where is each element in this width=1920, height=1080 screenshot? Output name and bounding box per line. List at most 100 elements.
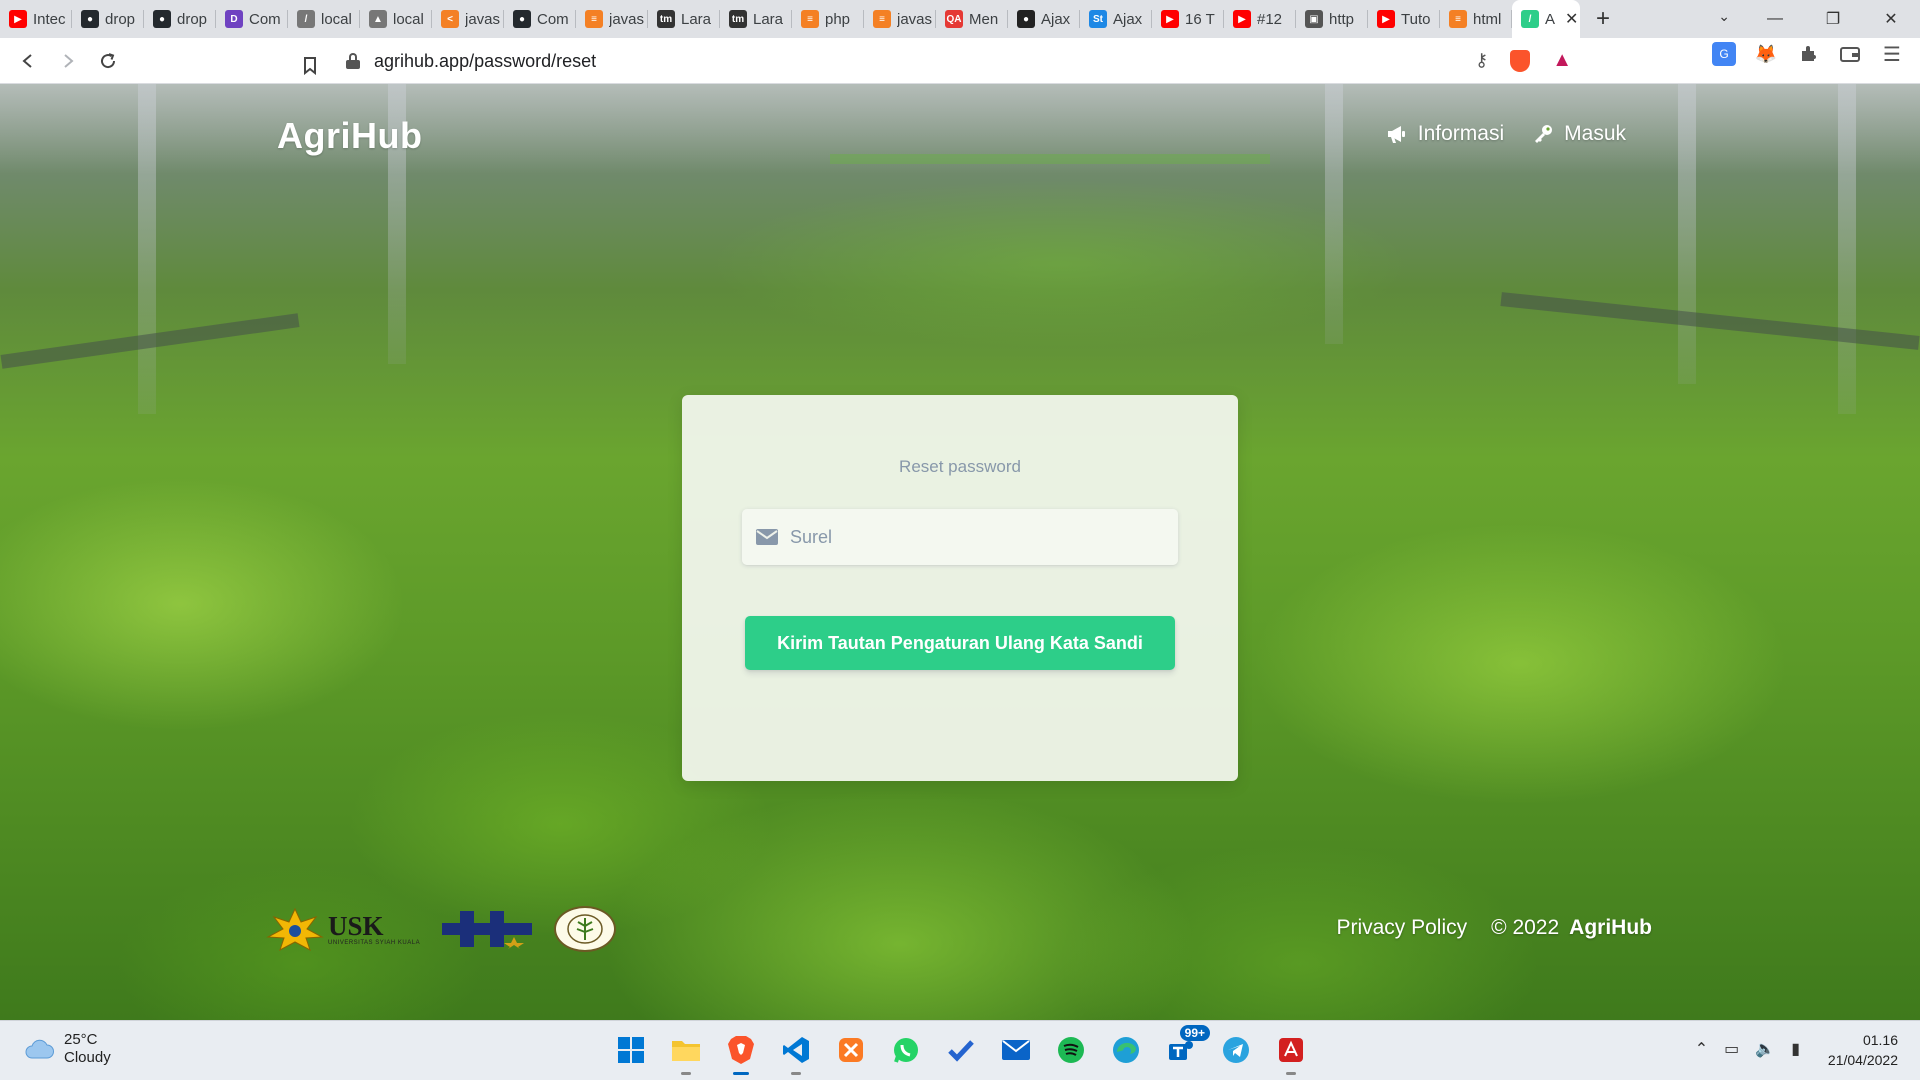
browser-tab[interactable]: ● Ajax <box>1008 0 1080 38</box>
start-icon[interactable] <box>612 1031 650 1069</box>
youtube-icon: ▶ <box>1233 10 1251 28</box>
browser-tab[interactable]: ● drop <box>72 0 144 38</box>
privacy-policy-link[interactable]: Privacy Policy <box>1336 916 1467 940</box>
acrobat-icon[interactable] <box>1272 1031 1310 1075</box>
tm-icon: tm <box>729 10 747 28</box>
informatika-logo <box>442 911 533 949</box>
close-window-icon[interactable]: ✕ <box>1862 9 1920 29</box>
tab-title: Ajax <box>1113 10 1143 28</box>
volume-icon[interactable]: 🔈 <box>1755 1039 1775 1059</box>
browser-tab[interactable]: QA Men <box>936 0 1008 38</box>
key-icon[interactable]: ⚷ <box>1475 50 1488 71</box>
send-reset-link-button[interactable]: Kirim Tautan Pengaturan Ulang Kata Sandi <box>745 616 1175 670</box>
tab-title: Men <box>969 10 999 28</box>
file-explorer-icon[interactable] <box>667 1031 705 1075</box>
xampp-icon[interactable] <box>832 1031 870 1069</box>
tab-title: html <box>1473 10 1502 28</box>
browser-tab[interactable]: ▶ #12 <box>1224 0 1296 38</box>
new-tab-button[interactable]: + <box>1586 2 1620 36</box>
browser-tab[interactable]: ≡ javas <box>864 0 936 38</box>
card-title: Reset password <box>899 457 1021 476</box>
stackoverflow-icon: ≡ <box>585 10 603 28</box>
extensions-icon[interactable] <box>1796 42 1820 66</box>
browser-tab[interactable]: St Ajax <box>1080 0 1152 38</box>
back-icon[interactable] <box>8 41 48 81</box>
translate-icon[interactable]: G <box>1712 42 1736 66</box>
restore-icon[interactable]: ❐ <box>1804 9 1862 29</box>
browser-tab[interactable]: ≡ html <box>1440 0 1512 38</box>
footer-brand-link[interactable]: AgriHub <box>1569 916 1652 939</box>
email-field[interactable] <box>790 526 1170 548</box>
clock-time: 01.16 <box>1862 1032 1898 1048</box>
close-tab-icon[interactable]: ✕ <box>1565 9 1578 29</box>
tab-title: Intec <box>33 10 66 28</box>
mail-icon[interactable] <box>997 1031 1035 1069</box>
browser-tab[interactable]: ▶ Tuto <box>1368 0 1440 38</box>
browser-tab-active[interactable]: / A ✕ <box>1512 0 1580 38</box>
lock-icon <box>346 53 360 69</box>
vscode-icon[interactable] <box>777 1031 815 1075</box>
tab-title: A <box>1545 10 1556 28</box>
teams-icon[interactable]: 99+ <box>1162 1025 1210 1069</box>
telegram-icon[interactable] <box>1217 1031 1255 1069</box>
wallet-icon[interactable] <box>1838 42 1862 66</box>
metamask-icon[interactable]: 🦊 <box>1754 42 1778 66</box>
leaf-icon: / <box>1521 10 1539 28</box>
usk-logo-text: USK <box>328 910 384 941</box>
browser-tab[interactable]: ● drop <box>144 0 216 38</box>
browser-tab[interactable]: ● Com <box>504 0 576 38</box>
brave-shield-icon[interactable] <box>1510 49 1531 72</box>
browser-tab[interactable]: < javas <box>432 0 504 38</box>
reload-icon[interactable] <box>88 41 128 81</box>
show-hidden-icons-icon[interactable]: ⌃ <box>1695 1039 1708 1059</box>
brave-browser-icon[interactable] <box>722 1031 760 1075</box>
address-bar[interactable]: agrihub.app/password/reset ⚷ ▲ <box>330 43 1590 79</box>
browser-tab[interactable]: tm Lara <box>720 0 792 38</box>
page-viewport: AgriHub Informasi Masuk Reset password S… <box>0 84 1920 1020</box>
background-beam <box>1838 84 1856 414</box>
display-icon[interactable]: ▭ <box>1724 1039 1739 1059</box>
bookmark-icon[interactable] <box>290 46 330 86</box>
browser-tab[interactable]: ▣ http <box>1296 0 1368 38</box>
weather-widget[interactable]: 25°C Cloudy <box>24 1031 111 1067</box>
email-field-group[interactable] <box>742 509 1178 565</box>
st-icon: St <box>1089 10 1107 28</box>
copyright-text: © 2022 <box>1491 916 1560 939</box>
browser-tab[interactable]: ≡ php <box>792 0 864 38</box>
reset-password-card: Reset password Kirim Tautan Pengaturan U… <box>682 395 1238 781</box>
nav-link-informasi[interactable]: Informasi <box>1386 122 1504 146</box>
site-logo[interactable]: AgriHub <box>277 115 422 157</box>
menu-icon[interactable]: ☰ <box>1880 42 1904 66</box>
tab-title: javas <box>897 10 933 28</box>
background-beam <box>138 84 156 414</box>
browser-tab[interactable]: ▲ local <box>360 0 432 38</box>
stackoverflow-icon: ≡ <box>1449 10 1467 28</box>
browser-tab[interactable]: ≡ javas <box>576 0 648 38</box>
youtube-icon: ▶ <box>9 10 27 28</box>
browser-tab[interactable]: D Com <box>216 0 288 38</box>
stackoverflow-icon: ≡ <box>873 10 891 28</box>
nav-link-masuk[interactable]: Masuk <box>1532 122 1626 146</box>
edge-icon[interactable] <box>1107 1031 1145 1069</box>
background-seedlings <box>830 154 1270 164</box>
browser-tab[interactable]: ▶ Intec <box>0 0 72 38</box>
todo-icon[interactable] <box>942 1031 980 1069</box>
brave-rewards-icon[interactable]: ▲ <box>1552 49 1572 72</box>
nav-link-label: Informasi <box>1417 122 1505 145</box>
clock[interactable]: 01.16 21/04/2022 <box>1828 1030 1898 1071</box>
tab-strip: ▶ Intec ● drop ● drop D Com / local ▲ local < javas ● C… <box>0 0 1580 38</box>
minimize-icon[interactable]: — <box>1746 10 1804 28</box>
github-icon: ● <box>153 10 171 28</box>
tab-search-icon[interactable]: ⌄ <box>1718 8 1730 25</box>
spotify-icon[interactable] <box>1052 1031 1090 1069</box>
browser-tab[interactable]: / local <box>288 0 360 38</box>
key-icon <box>1535 125 1553 143</box>
battery-icon[interactable]: ▮ <box>1791 1039 1800 1059</box>
forward-icon[interactable] <box>48 41 88 81</box>
browser-tab[interactable]: ▶ 16 T <box>1152 0 1224 38</box>
background-beam <box>1678 84 1696 384</box>
whatsapp-icon[interactable] <box>887 1031 925 1069</box>
browser-tab[interactable]: tm Lara <box>648 0 720 38</box>
url-text[interactable]: agrihub.app/password/reset <box>374 51 596 72</box>
browser-toolbar: agrihub.app/password/reset ⚷ ▲ G 🦊 ☰ <box>0 38 1920 84</box>
